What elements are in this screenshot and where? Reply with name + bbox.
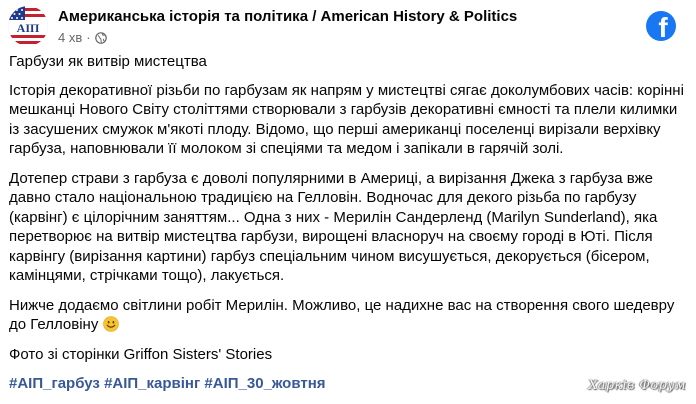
post-timestamp[interactable]: 4 хв	[58, 30, 82, 45]
hashtag-link[interactable]: #АІП_карвінг	[104, 375, 200, 392]
watermark: Харків Форум	[588, 378, 686, 393]
hashtag-link[interactable]: #АІП_гарбуз	[9, 375, 100, 392]
post-paragraph-2: Дотепер страви з гарбуза є доволі популя…	[9, 169, 658, 285]
smiley-emoji-icon	[102, 316, 119, 332]
hashtag-link[interactable]: #АІП_30_жовтня	[204, 375, 325, 392]
post-meta: 4 хв ·	[58, 30, 107, 45]
post-paragraph-1: Історія декоративної різьби по гарбузам …	[9, 81, 684, 158]
post-header: АІП Американська історія та політика / A…	[8, 6, 688, 46]
post-body: Гарбузи як витвір мистецтва Історія деко…	[9, 52, 685, 404]
facebook-icon: f	[646, 11, 676, 41]
flag-logo-icon: АІП	[8, 6, 48, 46]
globe-icon[interactable]	[94, 31, 107, 44]
post-paragraph-3: Нижче додаємо світлини робіт Мерилін. Мо…	[9, 296, 685, 335]
photo-credit: Фото зі сторінки Griffon Sisters' Storie…	[9, 345, 273, 363]
post-title: Гарбузи як витвір мистецтва	[9, 53, 207, 70]
meta-separator: ·	[86, 30, 91, 45]
avatar-logo-text: АІП	[17, 21, 40, 35]
page-name-link[interactable]: Американська історія та політика / Ameri…	[58, 8, 517, 25]
page-avatar[interactable]: АІП	[8, 6, 48, 46]
hashtags: #АІП_гарбуз #АІП_карвінг #АІП_30_жовтня	[9, 374, 685, 394]
